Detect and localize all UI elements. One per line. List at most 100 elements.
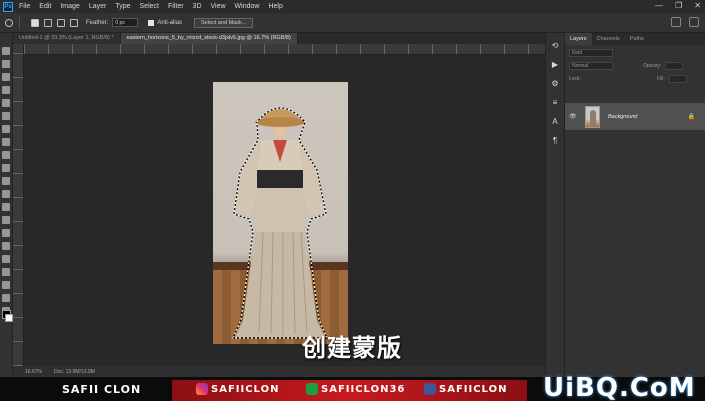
subtract-selection-icon[interactable] [57, 18, 65, 27]
lock-label: Lock: [569, 75, 581, 82]
menu-window[interactable]: Window [235, 3, 260, 10]
facebook-handle: SAFIICLON [424, 383, 507, 395]
character-icon[interactable]: A [551, 117, 560, 126]
play-actions-icon[interactable]: ▶ [551, 60, 560, 69]
move-tool-icon[interactable] [2, 47, 10, 55]
window-controls: — ❐ ✕ [655, 1, 701, 10]
history-icon[interactable]: ⟲ [551, 41, 560, 50]
eraser-tool-icon[interactable] [2, 177, 10, 185]
background-color-swatch[interactable] [5, 314, 13, 322]
document-photo[interactable] [213, 82, 348, 344]
photoshop-logo-icon: Ps [3, 1, 13, 12]
instagram-text: SAFIICLON [211, 383, 280, 395]
opacity-label: Opacity: [643, 62, 662, 69]
antialias-checkbox[interactable] [148, 19, 155, 26]
menu-image[interactable]: Image [60, 3, 79, 10]
menu-view[interactable]: View [211, 3, 226, 10]
paragraph-icon[interactable]: ¶ [551, 136, 560, 145]
kind-filter[interactable]: Kind [569, 48, 613, 57]
instagram-icon [196, 383, 208, 395]
select-and-mask-button[interactable]: Select and Mask... [194, 17, 254, 28]
fill-label: Fill: [656, 75, 665, 82]
brand-watermark: UiBQ.CoM [543, 373, 696, 401]
layer-thumbnail[interactable] [585, 105, 600, 128]
menu-file[interactable]: File [19, 3, 30, 10]
lock-icon[interactable]: 🔒 [688, 113, 695, 120]
side-dock: ⟲ ▶ ⚙ ≡ A ¶ [545, 33, 565, 381]
workspace-icon[interactable] [689, 17, 699, 27]
second-handle: SAFIICLON36 [306, 383, 405, 395]
tab-untitled-1[interactable]: Untitled-1 @ 33.3% (Layer 1, RGB/8) * [13, 33, 121, 44]
woman-in-hanfu-figure [232, 107, 328, 339]
healing-tool-icon[interactable] [2, 125, 10, 133]
caption-overlay: 创建蒙版 [302, 334, 402, 362]
pen-tool-icon[interactable] [2, 229, 10, 237]
eyedropper-tool-icon[interactable] [2, 112, 10, 120]
filter-row: Kind [569, 47, 701, 58]
search-icon[interactable] [671, 17, 681, 27]
zoom-level[interactable]: 16.67% [25, 369, 42, 375]
path-select-tool-icon[interactable] [2, 255, 10, 263]
opacity-input[interactable] [665, 61, 684, 70]
hand-tool-icon[interactable] [2, 281, 10, 289]
blend-row: Normal Opacity: [569, 60, 701, 71]
antialias-label: Anti-alias [157, 19, 183, 26]
menu-edit[interactable]: Edit [39, 3, 51, 10]
menu-3d[interactable]: 3D [193, 3, 202, 10]
banner-left-text: SAFII CLON [62, 383, 142, 396]
close-button[interactable]: ✕ [694, 1, 701, 10]
options-right [671, 17, 699, 27]
history-brush-tool-icon[interactable] [2, 164, 10, 172]
stamp-tool-icon[interactable] [2, 151, 10, 159]
facebook-text: SAFIICLON [439, 383, 508, 395]
eye-icon[interactable]: 👁 [569, 113, 579, 120]
dodge-tool-icon[interactable] [2, 216, 10, 224]
crop-tool-icon[interactable] [2, 99, 10, 107]
zoom-tool-icon[interactable] [2, 294, 10, 302]
menu-select[interactable]: Select [140, 3, 159, 10]
shape-tool-icon[interactable] [2, 268, 10, 276]
intersect-selection-icon[interactable] [70, 18, 78, 27]
type-tool-icon[interactable] [2, 242, 10, 250]
tab-channels[interactable]: Channels [592, 33, 625, 45]
menu-type[interactable]: Type [115, 3, 130, 10]
tab-eastern-horizons[interactable]: eastern_horizons_5_by_mizzd_stock-d3jxlv… [120, 33, 298, 44]
add-selection-icon[interactable] [44, 18, 52, 27]
tab-layers[interactable]: Layers [565, 33, 592, 45]
lasso-tool-icon[interactable] [5, 18, 13, 27]
blend-mode-select[interactable]: Normal [569, 61, 613, 70]
options-bar: Feather: 0 px Anti-alias Select and Mask… [0, 13, 705, 33]
gradient-tool-icon[interactable] [2, 190, 10, 198]
menu-bar: Ps File Edit Image Layer Type Select Fil… [0, 0, 705, 13]
restore-button[interactable]: ❐ [675, 1, 682, 10]
tab-paths[interactable]: Paths [625, 33, 649, 45]
layer-row[interactable]: 👁 Background 🔒 [565, 103, 705, 130]
properties-icon[interactable]: ⚙ [551, 79, 560, 88]
layers-panel: Layers Channels Paths Kind Normal Opacit… [565, 33, 705, 381]
layer-name[interactable]: Background [608, 114, 637, 120]
divider [19, 16, 20, 29]
canvas-area[interactable]: 创建蒙版 [24, 55, 545, 366]
marquee-tool-icon[interactable] [2, 60, 10, 68]
new-selection-icon[interactable] [31, 18, 39, 27]
document-tabs: Untitled-1 @ 33.3% (Layer 1, RGB/8) * ea… [13, 33, 545, 44]
menu-filter[interactable]: Filter [168, 3, 184, 10]
vertical-ruler [13, 44, 24, 366]
minimize-button[interactable]: — [655, 1, 663, 10]
menu-layer[interactable]: Layer [89, 3, 107, 10]
xbox-icon [306, 383, 318, 395]
menu-help[interactable]: Help [268, 3, 282, 10]
horizontal-ruler [24, 44, 545, 55]
lasso-tool-icon[interactable] [2, 73, 10, 81]
quick-select-tool-icon[interactable] [2, 86, 10, 94]
fill-input[interactable] [668, 74, 687, 83]
second-text: SAFIICLON36 [321, 383, 406, 395]
tool-panel [0, 33, 13, 381]
feather-input[interactable]: 0 px [112, 18, 139, 27]
instagram-handle: SAFIICLON [196, 383, 279, 395]
facebook-icon [424, 383, 436, 395]
doc-size: Doc: 13.9M/13.9M [53, 368, 95, 375]
blur-tool-icon[interactable] [2, 203, 10, 211]
brush-tool-icon[interactable] [2, 138, 10, 146]
adjustments-icon[interactable]: ≡ [551, 98, 560, 107]
